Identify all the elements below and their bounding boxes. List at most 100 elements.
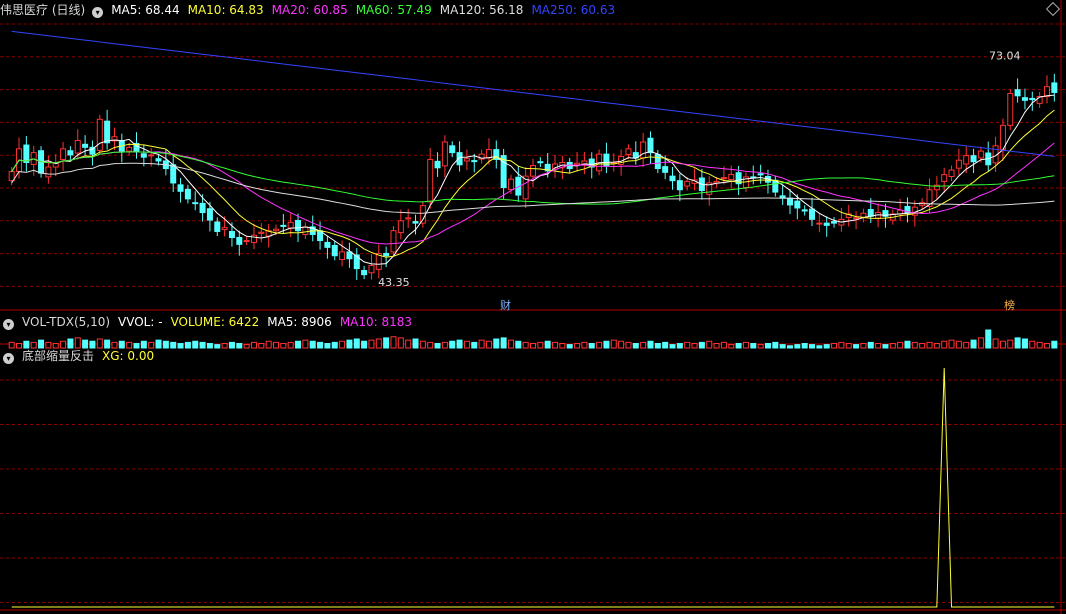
candle-body <box>441 141 448 167</box>
candle-body <box>794 200 801 209</box>
candle-body <box>809 208 816 220</box>
volume-bar <box>530 343 536 349</box>
candle-body <box>507 178 514 190</box>
candle-body <box>434 160 441 169</box>
candle-body <box>728 174 735 181</box>
volume-bar <box>126 341 133 349</box>
volume-bar <box>618 340 625 349</box>
volume-bar <box>574 343 581 349</box>
candle-body <box>1029 97 1036 101</box>
volume-bar <box>287 341 294 349</box>
candle-body <box>1021 97 1028 101</box>
candle-body <box>148 154 155 157</box>
candle-body <box>427 158 434 203</box>
volume-bar <box>52 343 59 349</box>
volume-bar <box>764 343 771 349</box>
candle-body <box>155 158 162 162</box>
volume-bar <box>427 341 434 349</box>
volume-bar <box>16 343 23 349</box>
volume-bar <box>632 343 639 349</box>
volume-bar <box>911 341 918 349</box>
volume-bar <box>265 340 272 349</box>
volume-bar <box>456 339 463 349</box>
volume-bar <box>779 344 786 349</box>
candle-body <box>574 162 581 166</box>
candle-body <box>250 234 257 243</box>
candle-body <box>324 241 331 248</box>
volume-bar <box>1029 340 1036 349</box>
volume-bar <box>933 343 940 349</box>
candle-body <box>647 137 654 154</box>
candle-body <box>537 161 544 164</box>
candle-body <box>383 252 390 257</box>
volume-bar <box>339 340 346 349</box>
volume-bar <box>236 343 243 349</box>
volume-bar <box>999 340 1006 349</box>
volume-bar <box>206 343 213 349</box>
candle-body <box>963 155 970 165</box>
volume-bar <box>581 341 588 349</box>
volume-bar <box>434 343 441 349</box>
volume-bar <box>772 341 779 349</box>
candle-body <box>8 171 15 182</box>
volume-bar <box>273 341 280 349</box>
volume-bar <box>559 343 566 349</box>
candle-body <box>720 177 727 180</box>
volume-bar <box>941 340 948 349</box>
volume-bar <box>148 341 155 349</box>
volume-bar <box>897 341 904 349</box>
candle-body <box>853 217 860 220</box>
volume-bar <box>133 343 140 349</box>
volume-bar <box>603 340 610 349</box>
candle-body <box>757 173 764 176</box>
candle-body <box>192 202 199 205</box>
volume-bar <box>691 343 698 349</box>
volume-bar <box>45 341 52 349</box>
candle-body <box>955 159 962 169</box>
max-price-label: 73.04 <box>989 49 1021 62</box>
volume-bar <box>970 339 977 349</box>
candle-body <box>45 166 52 178</box>
volume-bar <box>742 341 749 349</box>
volume-bar <box>757 344 764 349</box>
candle-body <box>60 148 67 160</box>
candle-body <box>1007 93 1014 126</box>
volume-bar <box>177 343 184 349</box>
ma250-line <box>11 30 1055 157</box>
candle-body <box>339 251 346 260</box>
volume-bar <box>669 344 676 349</box>
volume-bar <box>441 341 448 349</box>
volume-bar <box>588 343 595 349</box>
candle-body <box>177 184 184 192</box>
candle-body <box>412 221 419 224</box>
volume-bar <box>302 339 309 349</box>
volume-bar <box>801 343 808 349</box>
volume-bar <box>192 340 199 349</box>
candle-body <box>390 230 397 253</box>
volume-bar <box>831 343 838 349</box>
candle-body <box>243 240 250 243</box>
volume-bar <box>30 341 37 349</box>
volume-bar <box>412 338 419 349</box>
volume-bar <box>919 343 926 349</box>
volume-bar <box>1043 343 1050 349</box>
volume-bar <box>728 344 735 349</box>
candle-body <box>684 180 691 187</box>
volume-bar <box>522 341 529 349</box>
candle-body <box>530 165 536 177</box>
candle-body <box>287 221 294 229</box>
candle-body <box>970 155 977 163</box>
candle-body <box>258 231 265 234</box>
volume-bar <box>948 339 955 349</box>
volume-bar <box>1014 337 1021 349</box>
volume-bar <box>463 340 470 349</box>
volume-bar <box>867 341 874 349</box>
volume-bar <box>111 341 118 349</box>
volume-bar <box>170 341 177 349</box>
volume-bar <box>243 344 250 349</box>
volume-bar <box>346 339 353 349</box>
candle-body <box>485 149 492 159</box>
volume-bar <box>324 343 331 349</box>
volume-bar <box>816 345 823 349</box>
volume-bar <box>977 337 984 349</box>
